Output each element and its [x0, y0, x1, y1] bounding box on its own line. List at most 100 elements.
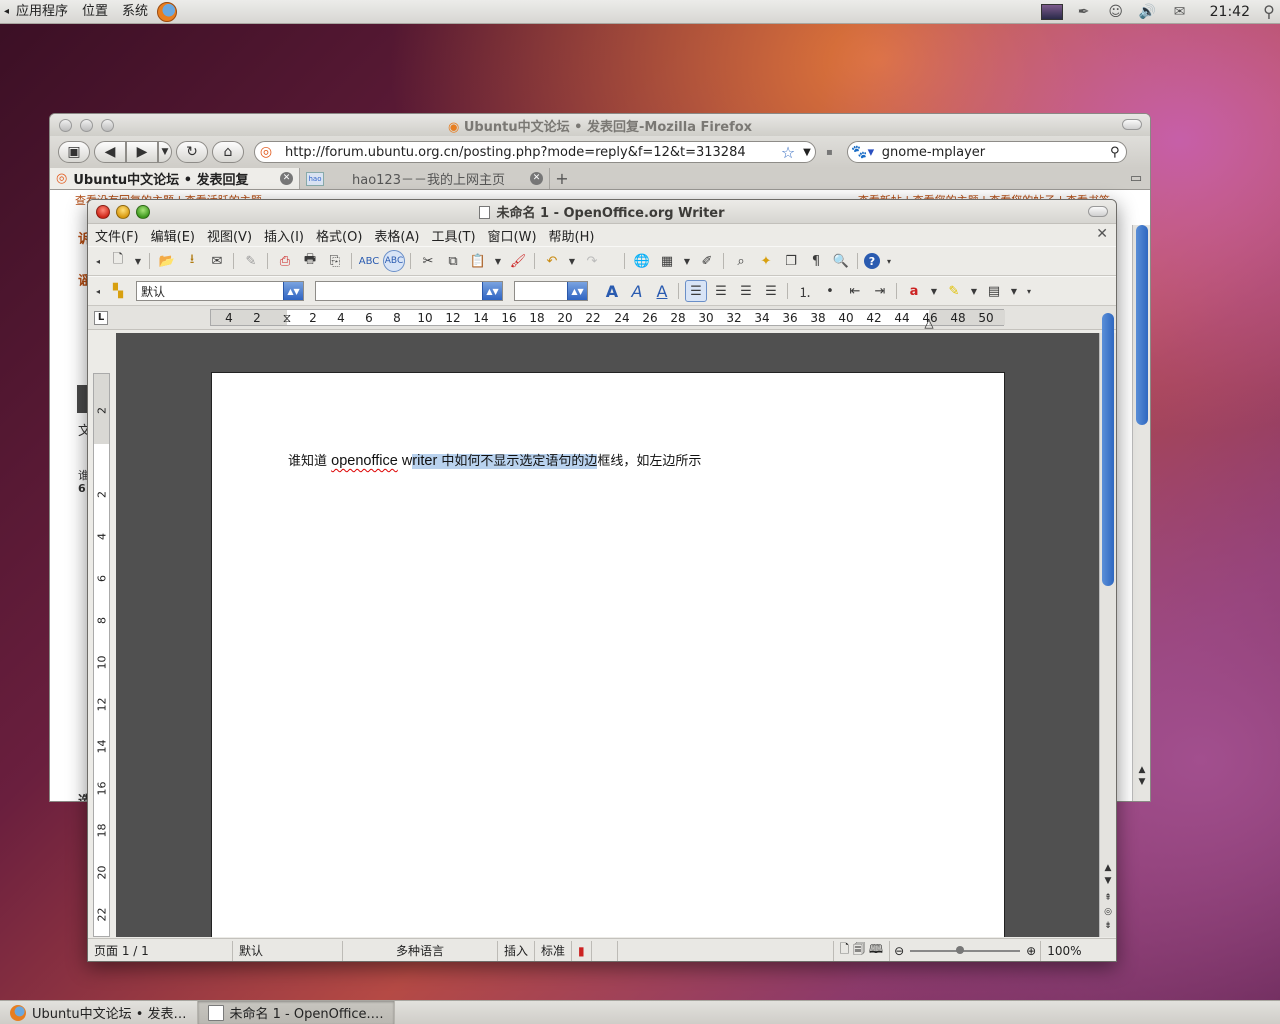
help-icon[interactable]: ?	[864, 253, 880, 269]
open-icon[interactable]: 📂	[156, 250, 178, 272]
site-identity-icon[interactable]: ◎	[255, 144, 277, 160]
paste-dropdown-icon[interactable]: ▼	[492, 250, 504, 272]
mail-icon[interactable]: ✉	[1164, 0, 1196, 24]
menu-window[interactable]: 窗口(W)	[482, 226, 543, 245]
search-icon[interactable]: ⚲	[1258, 0, 1280, 24]
redo-icon[interactable]: ↷	[581, 250, 603, 272]
export-pdf-icon[interactable]: ⎙	[274, 250, 296, 272]
bold-icon[interactable]: A	[601, 280, 623, 302]
align-left-icon[interactable]: ☰	[685, 280, 707, 302]
bookmark-star-icon[interactable]: ☆	[777, 143, 799, 162]
clock[interactable]: 21:42	[1196, 4, 1258, 20]
paragraph-style-select[interactable]: 默认 ▲▼	[136, 281, 304, 301]
status-insert-mode[interactable]: 插入	[498, 940, 536, 961]
font-color-dropdown-icon[interactable]: ▼	[928, 280, 940, 302]
show-draw-functions-icon[interactable]: ✐	[696, 250, 718, 272]
horizontal-ruler[interactable]: ⧖ △ 4 2 2 4 6 8 10 12 14 16 18 20 22 24 26 28 30 32 34 36 38…	[210, 309, 1005, 330]
close-tab-icon[interactable]: ✕	[530, 172, 543, 185]
clone-formatting-icon[interactable]: 🖌	[507, 250, 529, 272]
tab-hao123[interactable]: hao hao123－－我的上网主页 ✕	[300, 168, 550, 189]
font-name-select[interactable]: ▲▼	[315, 281, 503, 301]
scroll-up-icon[interactable]: ▲	[1133, 765, 1150, 775]
system-menu[interactable]: 系统	[115, 0, 155, 24]
toolbar-handle-icon[interactable]: ◂	[92, 250, 104, 272]
writer-close-button[interactable]	[96, 204, 110, 219]
table-icon[interactable]: ▦	[656, 250, 678, 272]
url-text[interactable]: http://forum.ubuntu.org.cn/posting.php?m…	[277, 145, 777, 160]
font-color-icon[interactable]: a	[903, 280, 925, 302]
menu-table[interactable]: 表格(A)	[368, 226, 425, 245]
paragraph-style-value[interactable]: 默认	[137, 283, 283, 300]
search-input[interactable]: gnome-mplayer	[878, 145, 1104, 160]
close-tab-icon[interactable]: ✕	[280, 172, 293, 185]
writer-toolbar-toggle[interactable]	[1088, 206, 1108, 217]
firefox-minimize-button[interactable]	[80, 118, 93, 132]
formatting-marks-icon[interactable]: ¶	[805, 250, 827, 272]
combo-spin-icon[interactable]: ▲▼	[482, 282, 502, 300]
writer-minimize-button[interactable]	[116, 204, 130, 219]
forward-button[interactable]: ▶	[126, 141, 158, 163]
pen-icon[interactable]: ✒	[1068, 0, 1100, 24]
document-paragraph[interactable]: 谁知道 openoffice writer 中如何不显示选定语句的边框线，如左边…	[288, 450, 701, 469]
volume-icon[interactable]: 🔊	[1132, 0, 1164, 24]
indent-marker-icon[interactable]: ⧖	[283, 311, 291, 326]
menu-view[interactable]: 视图(V)	[201, 226, 258, 245]
firefox-toolbar-toggle[interactable]	[1122, 119, 1142, 130]
toolbar-options-icon[interactable]: ▾	[883, 250, 895, 272]
url-dropdown-icon[interactable]: ▼	[799, 147, 815, 158]
network-icon[interactable]	[1036, 0, 1068, 24]
firefox-maximize-button[interactable]	[101, 118, 114, 132]
autospellcheck-icon[interactable]: ABC	[383, 250, 405, 272]
font-size-select[interactable]: ▲▼	[514, 281, 588, 301]
combo-spin-icon[interactable]: ▲▼	[567, 282, 587, 300]
scroll-down-icon[interactable]: ▼	[1133, 777, 1150, 787]
tab-stop-selector[interactable]: L	[94, 311, 108, 325]
print-preview-icon[interactable]: ⎘	[324, 250, 346, 272]
writer-titlebar[interactable]: 未命名 1 - OpenOffice.org Writer	[88, 200, 1116, 224]
url-bar[interactable]: ◎ http://forum.ubuntu.org.cn/posting.php…	[254, 141, 816, 163]
new-tab-button[interactable]: +	[550, 168, 574, 189]
zoom-slider[interactable]	[910, 945, 1021, 954]
writer-maximize-button[interactable]	[136, 204, 150, 219]
firefox-launcher-icon[interactable]	[157, 1, 178, 22]
toolbar-handle-icon[interactable]: ◂	[92, 280, 104, 302]
bookmarks-button[interactable]: ▣	[58, 141, 90, 163]
reload-button[interactable]: ↻	[176, 141, 208, 163]
scrollbar-thumb[interactable]	[1136, 225, 1148, 425]
previous-page-icon[interactable]: ⇞	[1100, 893, 1116, 906]
home-button[interactable]: ⌂	[212, 141, 244, 163]
taskbar-item-writer[interactable]: 未命名 1 - OpenOffice.…	[197, 1001, 395, 1024]
new-document-icon[interactable]: 🗋	[107, 250, 129, 272]
numbering-icon[interactable]: ⒈	[794, 280, 816, 302]
scroll-up-icon[interactable]: ▲	[1100, 863, 1116, 876]
scroll-down-icon[interactable]: ▼	[1100, 876, 1116, 889]
print-icon[interactable]: 🖶	[299, 250, 321, 272]
justify-icon[interactable]: ☰	[760, 280, 782, 302]
history-dropdown[interactable]: ▼	[158, 141, 172, 163]
menu-help[interactable]: 帮助(H)	[543, 226, 601, 245]
status-zoom[interactable]: 100%	[1041, 941, 1087, 961]
firefox-vertical-scrollbar[interactable]: ▲ ▼	[1132, 225, 1150, 801]
places-menu[interactable]: 位置	[75, 0, 115, 24]
tab-list-button[interactable]: ▭	[1122, 168, 1150, 189]
background-dropdown-icon[interactable]: ▼	[1008, 280, 1020, 302]
save-icon[interactable]: ⭳	[181, 250, 203, 272]
close-document-icon[interactable]: ✕	[1096, 226, 1108, 242]
zoom-in-icon[interactable]: ⊕	[1026, 944, 1036, 958]
italic-icon[interactable]: A	[626, 280, 648, 302]
writer-vertical-scrollbar[interactable]: ▲ ▼ ⇞ ◎ ⇟	[1099, 313, 1116, 937]
increase-indent-icon[interactable]: ⇥	[869, 280, 891, 302]
gallery-icon[interactable]: ❐	[780, 250, 802, 272]
document-page[interactable]: 谁知道 openoffice writer 中如何不显示选定语句的边框线，如左边…	[211, 372, 1005, 937]
cut-icon[interactable]: ✂	[417, 250, 439, 272]
menu-format[interactable]: 格式(O)	[310, 226, 368, 245]
menu-edit[interactable]: 编辑(E)	[145, 226, 201, 245]
menu-file[interactable]: 文件(F)	[88, 226, 145, 245]
vertical-ruler[interactable]: 2 2 4 6 8 10 12 14 16 18 20 22	[93, 373, 110, 937]
view-layout-icons[interactable]: 🗋 🗐 🕮	[834, 940, 891, 961]
document-modified-icon[interactable]: ▮	[572, 940, 592, 961]
new-dropdown-icon[interactable]: ▼	[132, 250, 144, 272]
copy-icon[interactable]: ⧉	[442, 250, 464, 272]
search-bar[interactable]: 🐾▾ gnome-mplayer ⚲	[846, 141, 1127, 163]
hyperlink-icon[interactable]: 🌐	[631, 250, 653, 272]
